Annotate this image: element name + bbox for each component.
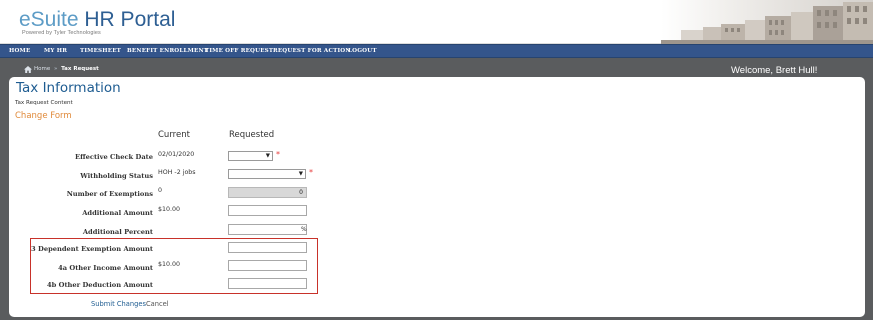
app-header: eSuite HR Portal Powered by Tyler Techno…: [0, 0, 873, 44]
nav-time-off-request[interactable]: TIME OFF REQUEST: [205, 48, 273, 54]
page-subtitle: Tax Request Content: [15, 100, 73, 106]
section-title: Change Form: [15, 111, 72, 121]
cancel-link[interactable]: Cancel: [146, 300, 169, 308]
nav-my-hr[interactable]: MY HR: [44, 48, 67, 54]
label-additional-percent: Additional Percent: [82, 228, 153, 236]
chevron-down-icon: ▼: [298, 171, 303, 177]
logo-subtitle: Powered by Tyler Technologies: [22, 30, 101, 36]
other-income-amount-input[interactable]: [228, 260, 307, 271]
label-additional-amount: Additional Amount: [82, 209, 153, 217]
app-logo[interactable]: eSuite HR Portal: [19, 9, 175, 31]
current-other-income-amount: $10.00: [158, 261, 181, 268]
label-dependent-exemption-amount: 3 Dependent Exemption Amount: [31, 245, 153, 253]
nav-timesheet[interactable]: TIMESHEET: [80, 48, 121, 54]
current-effective-check-date: 02/01/2020: [158, 151, 195, 158]
nav-request-for-action[interactable]: REQUEST FOR ACTION: [273, 48, 351, 54]
nav-logout[interactable]: LOGOUT: [348, 48, 377, 54]
label-number-of-exemptions: Number of Exemptions: [66, 190, 153, 198]
breadcrumb-home-link[interactable]: Home: [34, 66, 50, 72]
label-other-deduction-amount: 4b Other Deduction Amount: [46, 281, 153, 289]
nav-benefit-enrollment[interactable]: BENEFIT ENROLLMENT: [127, 48, 208, 54]
page-title: Tax Information: [16, 80, 121, 96]
breadcrumb-current: Tax Request: [61, 66, 99, 72]
column-header-requested: Requested: [229, 130, 275, 140]
dependent-exemption-amount-input[interactable]: [228, 242, 307, 253]
label-other-income-amount: 4a Other Income Amount: [58, 264, 153, 272]
nav-home[interactable]: HOME: [9, 48, 30, 54]
content-panel: Tax Information Tax Request Content Chan…: [9, 77, 865, 317]
number-of-exemptions-input: 0: [228, 187, 307, 198]
effective-check-date-select[interactable]: ▼: [228, 151, 273, 161]
withholding-status-select[interactable]: ▼: [228, 169, 306, 179]
additional-percent-input[interactable]: [228, 224, 307, 235]
current-additional-amount: $10.00: [158, 206, 181, 213]
required-indicator: *: [309, 168, 313, 177]
logo-text-esuite: eSuite: [19, 8, 79, 31]
logo-text-hr-portal: HR Portal: [84, 8, 176, 31]
townscape-illustration: [661, 0, 873, 44]
label-effective-check-date: Effective Check Date: [75, 153, 153, 161]
current-withholding-status: HOH -2 jobs: [158, 169, 196, 176]
other-deduction-amount-input[interactable]: [228, 278, 307, 289]
home-icon[interactable]: [24, 66, 32, 73]
breadcrumb-separator: »: [54, 66, 58, 72]
label-withholding-status: Withholding Status: [80, 172, 153, 180]
chevron-down-icon: ▼: [265, 153, 270, 159]
header-banner-image: [661, 0, 873, 44]
breadcrumb: Home » Tax Request: [34, 66, 99, 72]
column-header-current: Current: [158, 130, 190, 140]
main-navigation: HOME MY HR TIMESHEET BENEFIT ENROLLMENT …: [0, 44, 873, 58]
percent-unit: %: [301, 226, 307, 233]
current-number-of-exemptions: 0: [158, 187, 163, 194]
additional-amount-input[interactable]: [228, 205, 307, 216]
submit-changes-link[interactable]: Submit Changes: [91, 300, 146, 308]
welcome-message: Welcome, Brett Hull!: [731, 65, 818, 76]
required-indicator: *: [276, 150, 280, 159]
